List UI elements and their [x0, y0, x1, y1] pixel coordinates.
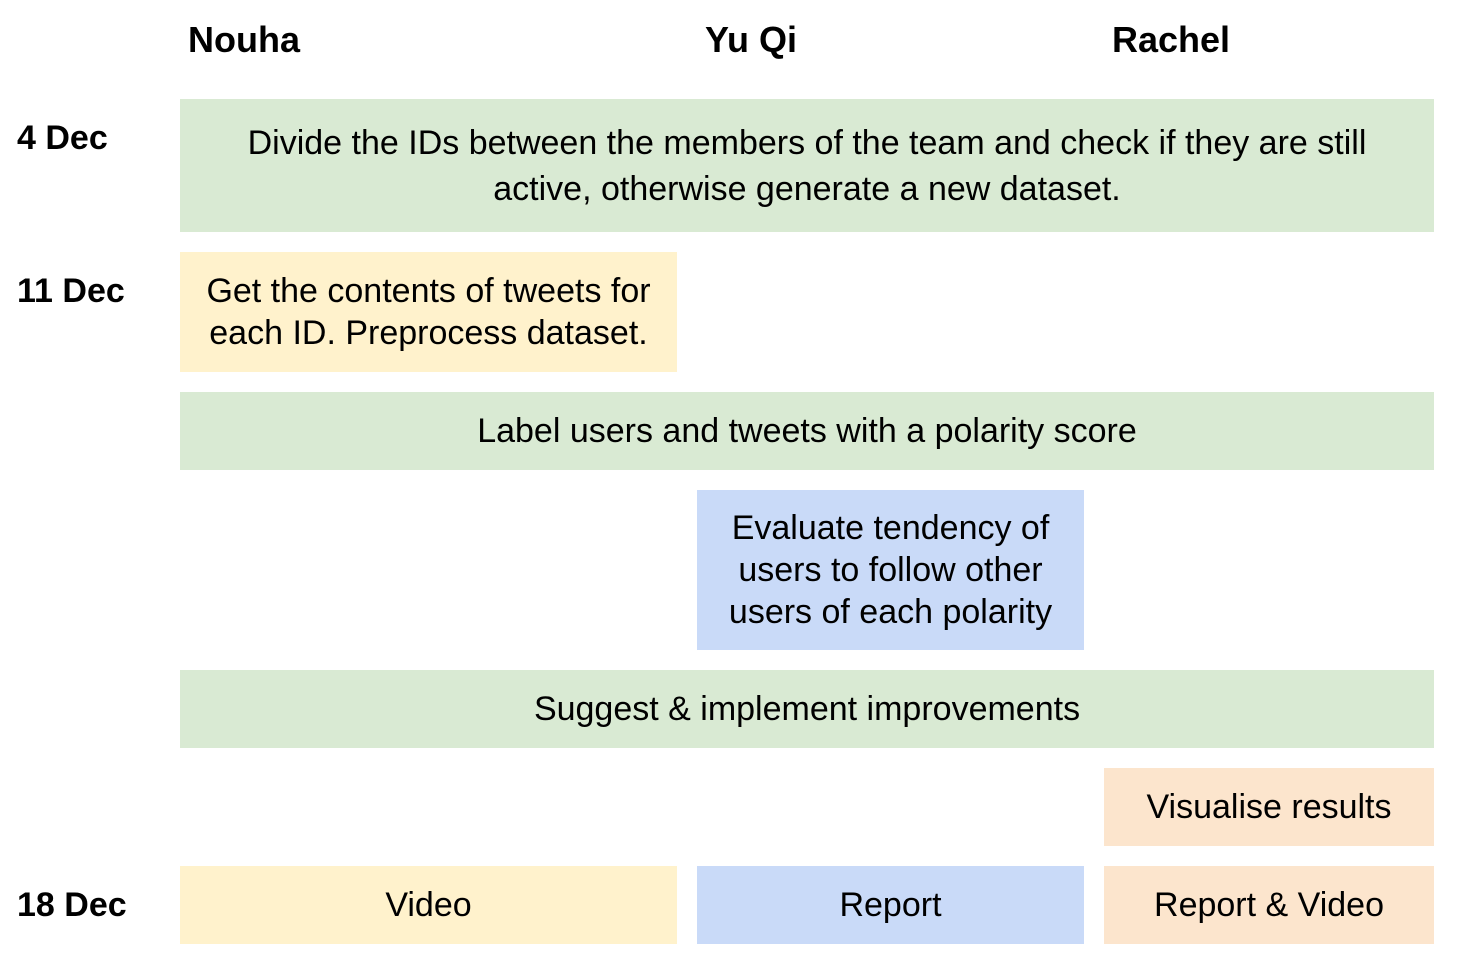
task-get-tweets-text: Get the contents of tweets for each ID. …: [206, 272, 651, 352]
task-video: Video: [180, 866, 677, 944]
member-header-yu-qi: Yu Qi: [705, 19, 798, 60]
task-suggest-improvements: Suggest & implement improvements: [180, 670, 1434, 748]
task-get-tweets: Get the contents of tweets for each ID. …: [180, 252, 677, 372]
task-report-video: Report & Video: [1104, 866, 1434, 944]
task-label-users-text: Label users and tweets with a polarity s…: [477, 412, 1137, 450]
task-visualise-results: Visualise results: [1104, 768, 1434, 846]
task-suggest-improvements-text: Suggest & implement improvements: [533, 690, 1081, 728]
date-label-11-dec: 11 Dec: [17, 272, 125, 310]
task-divide-ids: Divide the IDs between the members of th…: [180, 99, 1434, 232]
task-evaluate-tendency-text: Evaluate tendency of users to follow oth…: [728, 509, 1053, 631]
task-video-text: Video: [385, 886, 472, 924]
task-label-users: Label users and tweets with a polarity s…: [180, 392, 1434, 470]
date-label-18-dec: 18 Dec: [17, 886, 127, 924]
task-report-text: Report: [839, 886, 942, 924]
member-header-nouha: Nouha: [188, 19, 300, 60]
date-label-4-dec: 4 Dec: [17, 119, 108, 157]
task-visualise-results-text: Visualise results: [1146, 788, 1392, 826]
task-evaluate-tendency: Evaluate tendency of users to follow oth…: [697, 490, 1084, 650]
member-header-rachel: Rachel: [1112, 19, 1231, 60]
task-report-video-text: Report & Video: [1154, 886, 1384, 924]
task-divide-ids-text: Divide the IDs between the members of th…: [247, 123, 1367, 208]
task-report: Report: [697, 866, 1084, 944]
